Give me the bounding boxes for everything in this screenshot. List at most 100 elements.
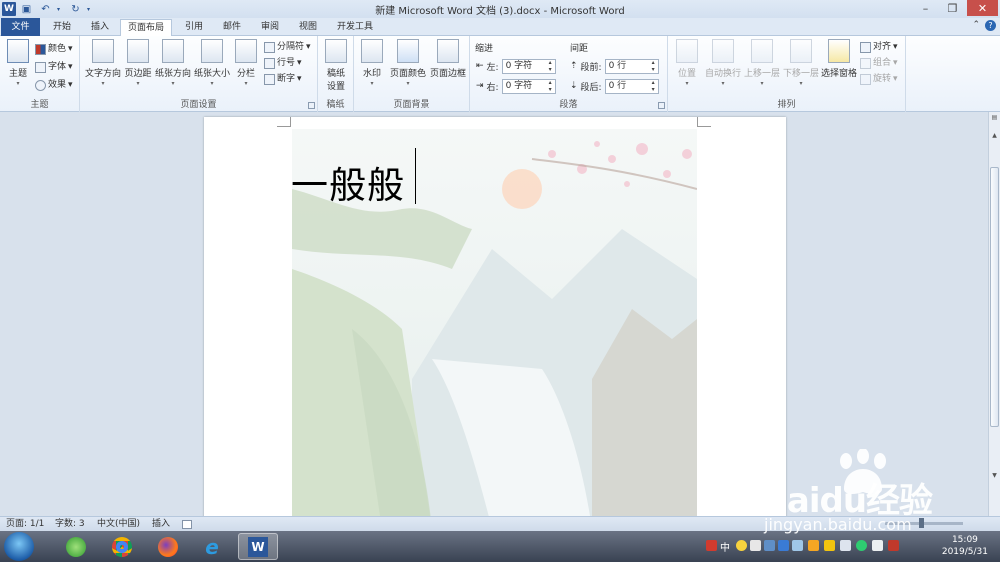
tab-references[interactable]: 引用	[176, 19, 212, 36]
group-objects-button[interactable]: 组合 ▾	[860, 56, 898, 70]
page-setup-launcher-icon[interactable]	[308, 102, 315, 109]
language-indicator[interactable]: 中文(中国)	[97, 517, 140, 532]
tools-icon[interactable]	[792, 540, 803, 551]
tab-home[interactable]: 开始	[44, 19, 80, 36]
selection-pane-icon	[828, 39, 850, 63]
tab-view[interactable]: 视图	[290, 19, 326, 36]
window-title: 新建 Microsoft Word 文档 (3).docx - Microsof…	[375, 6, 625, 17]
ime-m-icon[interactable]	[706, 540, 717, 551]
theme-fonts-button[interactable]: 字体 ▾	[35, 60, 73, 74]
ribbon-page-layout: 主题 ▾ 颜色 ▾ 字体 ▾ 效果 ▾ 主题 文字方向 ▾ 页边距 ▾ 纸张方向 ▾ 纸…	[0, 36, 1000, 112]
paragraph-launcher-icon[interactable]	[658, 102, 665, 109]
theme-colors-button[interactable]: 颜色 ▾	[35, 42, 73, 56]
wrap-text-button[interactable]: 自动换行 ▾	[704, 39, 742, 87]
group-label-page-background: 页面背景	[393, 100, 430, 110]
spacing-before-icon: ⇡	[570, 61, 578, 71]
start-button[interactable]	[4, 532, 34, 561]
align-button[interactable]: 对齐 ▾	[860, 40, 898, 54]
indent-title: 缩进	[475, 44, 494, 54]
spacing-before-input[interactable]: 0 行	[604, 58, 659, 74]
clock[interactable]: 15:09 2019/5/31	[942, 534, 988, 558]
vertical-scrollbar[interactable]: ▤ ▲ ▼	[988, 112, 1000, 516]
insert-mode-indicator[interactable]: 插入	[152, 517, 170, 532]
themes-button[interactable]: 主题 ▾	[4, 39, 32, 87]
orientation-button[interactable]: 纸张方向 ▾	[154, 39, 192, 87]
taskbar-app-chrome[interactable]	[103, 533, 141, 560]
page-borders-button[interactable]: 页面边框	[429, 39, 467, 79]
tab-file[interactable]: 文件	[1, 18, 40, 36]
help-icon[interactable]: ?	[985, 20, 996, 31]
ime-indicator[interactable]: 中	[720, 539, 730, 554]
word-count[interactable]: 字数: 3	[55, 517, 85, 532]
selection-pane-button[interactable]: 选择窗格	[821, 39, 857, 79]
manuscript-settings-button[interactable]: 稿纸 设置	[322, 39, 350, 92]
taskbar-app-ie[interactable]: e	[193, 533, 231, 560]
themes-icon	[7, 39, 29, 63]
ruler-toggle-icon[interactable]: ▤	[990, 114, 999, 123]
ribbon-tabs: 文件 开始 插入 页面布局 引用 邮件 审阅 视图 开发工具 ⌃ ?	[0, 18, 1000, 37]
chrome-icon	[112, 536, 132, 557]
tab-mailings[interactable]: 邮件	[214, 19, 250, 36]
scroll-up-icon[interactable]: ▲	[990, 132, 999, 141]
taskbar-app-word[interactable]: W	[238, 533, 278, 560]
taskbar-app-firefox[interactable]	[149, 533, 187, 560]
volume-muted-icon[interactable]	[888, 540, 899, 551]
rotate-icon	[860, 73, 871, 85]
group-page-setup: 文字方向 ▾ 页边距 ▾ 纸张方向 ▾ 纸张大小 ▾ 分栏 ▾ 分隔符 ▾ 行号 ▾ 断字…	[80, 36, 318, 112]
bring-forward-button[interactable]: 上移一层 ▾	[743, 39, 781, 87]
page-borders-icon	[437, 39, 459, 63]
punctuation-icon[interactable]	[750, 540, 761, 551]
network-icon[interactable]	[872, 540, 883, 551]
moon-icon[interactable]	[736, 540, 747, 551]
taskbar-app-360[interactable]	[57, 533, 95, 560]
breaks-button[interactable]: 分隔符 ▾	[264, 40, 311, 54]
bring-forward-icon	[751, 39, 773, 63]
tab-insert[interactable]: 插入	[82, 19, 118, 36]
close-icon: ✕	[977, 1, 988, 15]
indent-left-input[interactable]: 0 字符	[501, 58, 556, 74]
margins-button[interactable]: 页边距 ▾	[123, 39, 153, 87]
page-size-button[interactable]: 纸张大小 ▾	[193, 39, 231, 87]
group-objects-icon	[860, 57, 871, 69]
indent-right-input[interactable]: 0 字符	[501, 78, 556, 94]
send-backward-button[interactable]: 下移一层 ▾	[782, 39, 820, 87]
clock-time: 15:09	[951, 535, 978, 545]
watermark-icon	[361, 39, 383, 63]
minimize-ribbon-icon[interactable]: ⌃	[972, 20, 980, 31]
theme-effects-button[interactable]: 效果 ▾	[35, 78, 73, 92]
document-body-text[interactable]: 一般般	[291, 155, 405, 209]
line-numbers-button[interactable]: 行号 ▾	[264, 56, 302, 70]
columns-button[interactable]: 分栏 ▾	[233, 39, 259, 87]
scroll-down-icon[interactable]: ▼	[990, 472, 999, 481]
breaks-icon	[264, 41, 275, 53]
rotate-button[interactable]: 旋转 ▾	[860, 72, 898, 86]
scroll-thumb[interactable]	[990, 167, 999, 427]
tab-review[interactable]: 审阅	[252, 19, 288, 36]
bear-icon[interactable]	[808, 540, 819, 551]
baidu-netdisk-icon[interactable]	[840, 540, 851, 551]
crop-mark-top-left	[277, 117, 291, 127]
shield-icon[interactable]	[824, 540, 835, 551]
effects-icon	[35, 79, 46, 91]
minimize-button[interactable]: –	[913, 0, 938, 16]
tab-page-layout[interactable]: 页面布局	[120, 19, 172, 37]
position-button[interactable]: 位置 ▾	[672, 39, 702, 87]
group-label-themes: 主题	[30, 100, 49, 110]
system-tray: 中 15:09 2019/5/31	[700, 531, 1000, 562]
maximize-button[interactable]: ❐	[940, 0, 965, 16]
text-direction-button[interactable]: 文字方向 ▾	[84, 39, 122, 87]
page-count[interactable]: 页面: 1/1	[6, 517, 44, 532]
security-icon[interactable]	[856, 540, 867, 551]
close-button[interactable]: ✕	[967, 0, 998, 16]
watermark-url: jingyan.baidu.com	[764, 515, 912, 534]
keyboard-icon[interactable]	[764, 540, 775, 551]
spacing-after-input[interactable]: 0 行	[604, 78, 659, 94]
cloud-icon[interactable]	[778, 540, 789, 551]
hyphenation-button[interactable]: 断字 ▾	[264, 72, 302, 86]
page-color-button[interactable]: 页面颜色 ▾	[388, 39, 428, 87]
macro-record-icon[interactable]	[182, 520, 192, 529]
tab-developer[interactable]: 开发工具	[330, 19, 380, 36]
document-page[interactable]: 一般般	[204, 117, 786, 516]
firefox-icon	[158, 536, 178, 557]
watermark-button[interactable]: 水印 ▾	[358, 39, 386, 87]
